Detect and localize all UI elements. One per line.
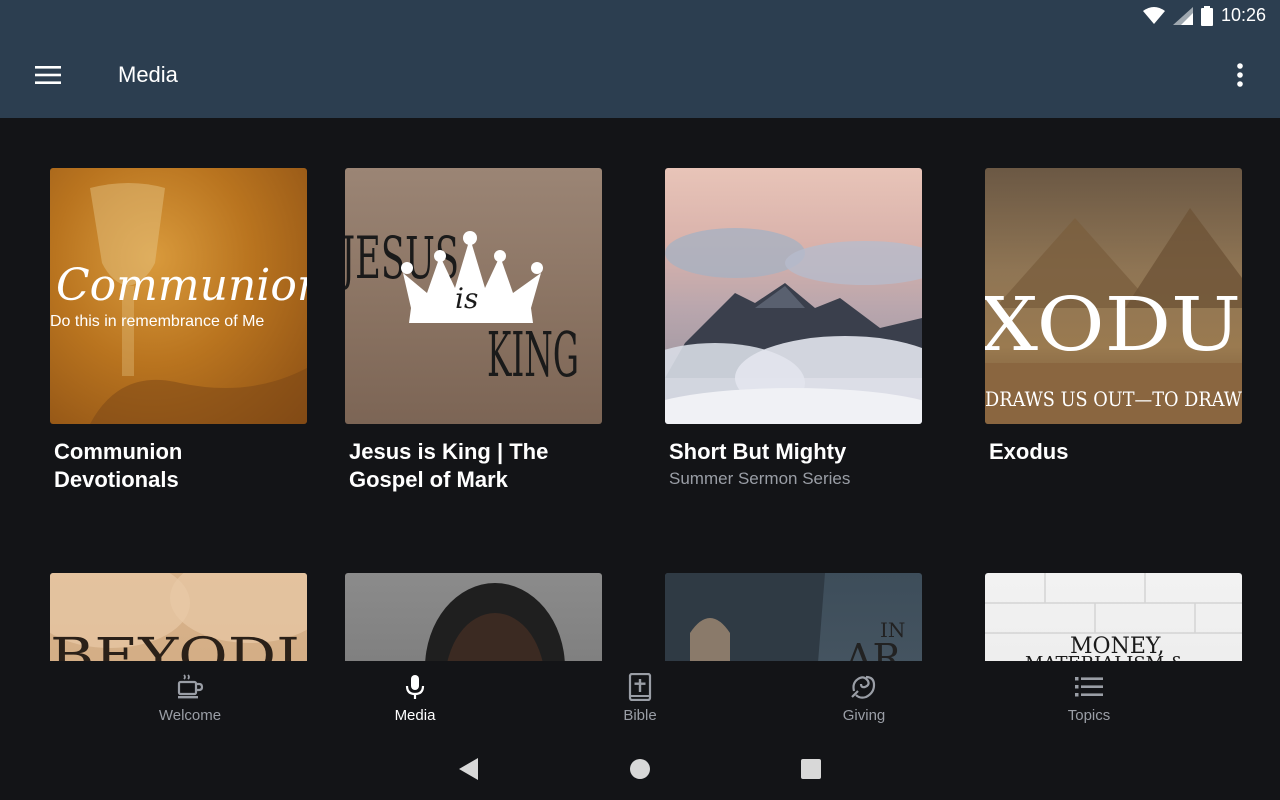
media-card[interactable]: XODU DRAWS US OUT—TO DRAW Exodus xyxy=(985,168,1242,466)
nav-item-welcome[interactable]: Welcome xyxy=(130,673,250,724)
cell-signal-icon xyxy=(1172,6,1193,25)
card-art-mid: is xyxy=(455,282,478,315)
status-bar: 10:26 xyxy=(0,0,1280,32)
nav-label: Welcome xyxy=(158,707,222,724)
card-thumbnail: IN AR xyxy=(665,573,922,661)
card-art-text: BEYODI xyxy=(50,627,300,661)
hamburger-menu-icon[interactable] xyxy=(28,58,68,92)
giving-icon xyxy=(851,675,876,699)
card-title: Exodus xyxy=(989,439,1069,464)
card-title: Jesus is King | The Gospel of Mark xyxy=(349,439,549,492)
app-bar: Media xyxy=(0,32,1280,118)
nav-label: Giving xyxy=(842,707,886,724)
card-art-sub: MATERIALISM & xyxy=(1025,653,1186,661)
card-art-sub: KING xyxy=(487,318,579,391)
media-card[interactable]: JESUS is KING Jesus is King | The Gospel… xyxy=(345,168,602,494)
card-subtitle: Summer Sermon Series xyxy=(669,469,851,488)
battery-icon xyxy=(1200,5,1213,26)
status-icons: 10:26 xyxy=(1142,5,1266,26)
bible-icon xyxy=(628,673,652,701)
coffee-cup-icon xyxy=(177,674,204,699)
home-circle-icon[interactable] xyxy=(629,758,651,785)
card-art-text: XODU xyxy=(985,282,1241,368)
card-thumbnail: Communion Do this in remembrance of Me xyxy=(50,168,307,424)
media-card[interactable]: Communion Do this in remembrance of Me C… xyxy=(50,168,307,494)
card-thumbnail: XODU DRAWS US OUT—TO DRAW xyxy=(985,168,1242,424)
card-art-sub: DRAWS US OUT—TO DRAW xyxy=(985,387,1242,411)
nav-label: Media xyxy=(394,707,436,724)
nav-label: Bible xyxy=(623,707,657,724)
card-thumbnail xyxy=(665,168,922,424)
media-card[interactable] xyxy=(345,573,602,661)
card-thumbnail: JESUS is KING xyxy=(345,168,602,424)
card-art-text: Communion xyxy=(56,260,307,311)
media-grid: Communion Do this in remembrance of Me C… xyxy=(0,118,1280,661)
nav-item-media[interactable]: Media xyxy=(355,673,475,724)
nav-item-giving[interactable]: Giving xyxy=(804,673,924,724)
more-vertical-icon[interactable] xyxy=(1224,56,1256,94)
microphone-icon xyxy=(405,675,425,699)
wifi-icon xyxy=(1142,6,1165,24)
card-art-text: AR xyxy=(844,636,902,661)
recents-square-icon[interactable] xyxy=(800,758,822,785)
media-card[interactable]: Short But Mighty Summer Sermon Series xyxy=(665,168,922,490)
card-thumbnail: BEYODI xyxy=(50,573,307,661)
nav-item-bible[interactable]: Bible xyxy=(580,673,700,724)
page-title: Media xyxy=(118,62,178,87)
bottom-navigation: Welcome Media Bible Giving Topics xyxy=(0,661,1280,743)
nav-label: Topics xyxy=(1067,707,1111,724)
card-thumbnail: MONEY, MATERIALISM & xyxy=(985,573,1242,661)
back-triangle-icon[interactable] xyxy=(458,757,480,786)
card-title: Communion Devotionals xyxy=(54,439,183,492)
media-card[interactable]: IN AR xyxy=(665,573,922,661)
media-card[interactable]: MONEY, MATERIALISM & xyxy=(985,573,1242,661)
card-art-sub: Do this in remembrance of Me xyxy=(50,313,264,330)
nav-item-topics[interactable]: Topics xyxy=(1029,673,1149,724)
status-time: 10:26 xyxy=(1220,5,1266,25)
card-thumbnail xyxy=(345,573,602,661)
media-card[interactable]: BEYODI xyxy=(50,573,307,661)
system-navigation-bar xyxy=(0,743,1280,800)
card-title: Short But Mighty xyxy=(669,439,847,464)
list-icon xyxy=(1075,677,1103,697)
